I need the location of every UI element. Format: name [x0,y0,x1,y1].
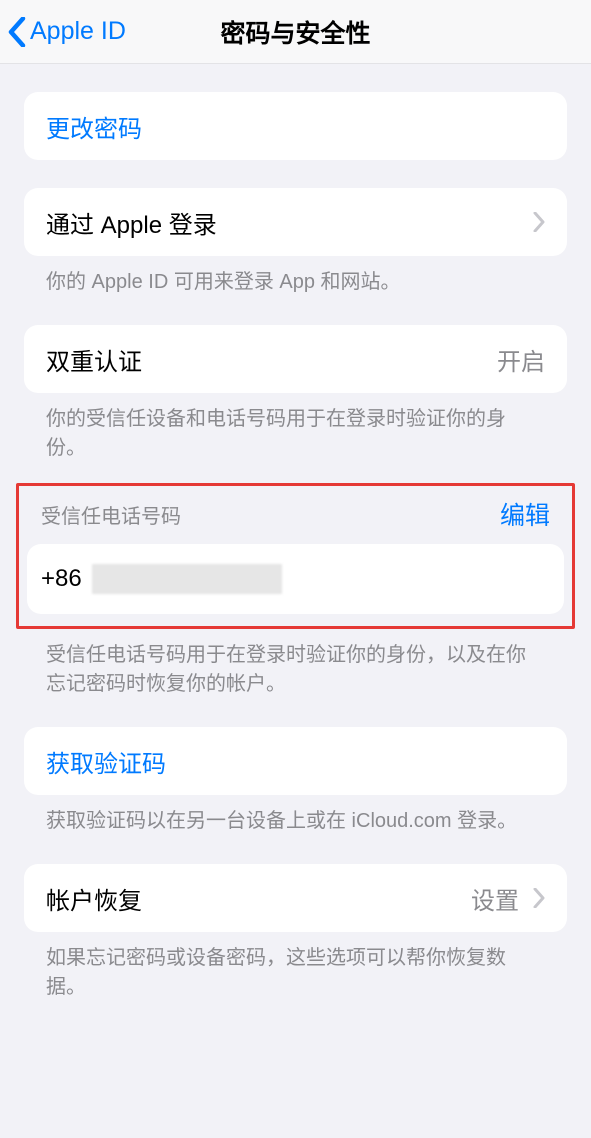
account-recovery-value: 设置 [471,881,519,916]
group-signin-apple: 通过 Apple 登录 你的 Apple ID 可用来登录 App 和网站。 [24,188,567,297]
chevron-right-icon [533,888,545,908]
nav-bar: Apple ID 密码与安全性 [0,0,591,64]
back-label: Apple ID [30,17,126,46]
back-button[interactable]: Apple ID [8,17,126,47]
two-factor-status: 开启 [497,342,545,377]
signin-with-apple-footer: 你的 Apple ID 可用来登录 App 和网站。 [24,256,567,297]
group-two-factor: 双重认证 开启 你的受信任设备和电话号码用于在登录时验证你的身份。 [24,325,567,463]
get-code-row[interactable]: 获取验证码 [24,727,567,795]
group-get-code: 获取验证码 获取验证码以在另一台设备上或在 iCloud.com 登录。 [24,727,567,836]
two-factor-label: 双重认证 [46,342,142,377]
trusted-phone-edit-button[interactable]: 编辑 [500,496,550,532]
trusted-phone-prefix: +86 [41,565,82,593]
chevron-right-icon [533,212,545,232]
trusted-phone-highlight: 受信任电话号码 编辑 +86 [16,483,575,629]
trusted-phone-title: 受信任电话号码 [41,500,181,529]
group-account-recovery: 帐户恢复 设置 如果忘记密码或设备密码，这些选项可以帮你恢复数据。 [24,864,567,1002]
signin-with-apple-label: 通过 Apple 登录 [46,205,217,240]
content: 更改密码 通过 Apple 登录 你的 Apple ID 可用来登录 App 和… [0,92,591,1002]
two-factor-footer: 你的受信任设备和电话号码用于在登录时验证你的身份。 [24,393,567,463]
get-code-label: 获取验证码 [46,744,166,779]
change-password-row[interactable]: 更改密码 [24,92,567,160]
signin-with-apple-row[interactable]: 通过 Apple 登录 [24,188,567,256]
trusted-phone-row[interactable]: +86 [27,544,564,614]
account-recovery-footer: 如果忘记密码或设备密码，这些选项可以帮你恢复数据。 [24,932,567,1002]
account-recovery-label: 帐户恢复 [46,881,142,916]
account-recovery-row[interactable]: 帐户恢复 设置 [24,864,567,932]
get-code-footer: 获取验证码以在另一台设备上或在 iCloud.com 登录。 [24,795,567,836]
group-change-password: 更改密码 [24,92,567,160]
change-password-label: 更改密码 [46,109,142,144]
trusted-phone-header: 受信任电话号码 编辑 [27,496,564,544]
trusted-phone-redacted [92,564,282,594]
chevron-left-icon [8,17,26,47]
two-factor-row[interactable]: 双重认证 开启 [24,325,567,393]
trusted-phone-footer: 受信任电话号码用于在登录时验证你的身份，以及在你忘记密码时恢复你的帐户。 [24,629,567,699]
